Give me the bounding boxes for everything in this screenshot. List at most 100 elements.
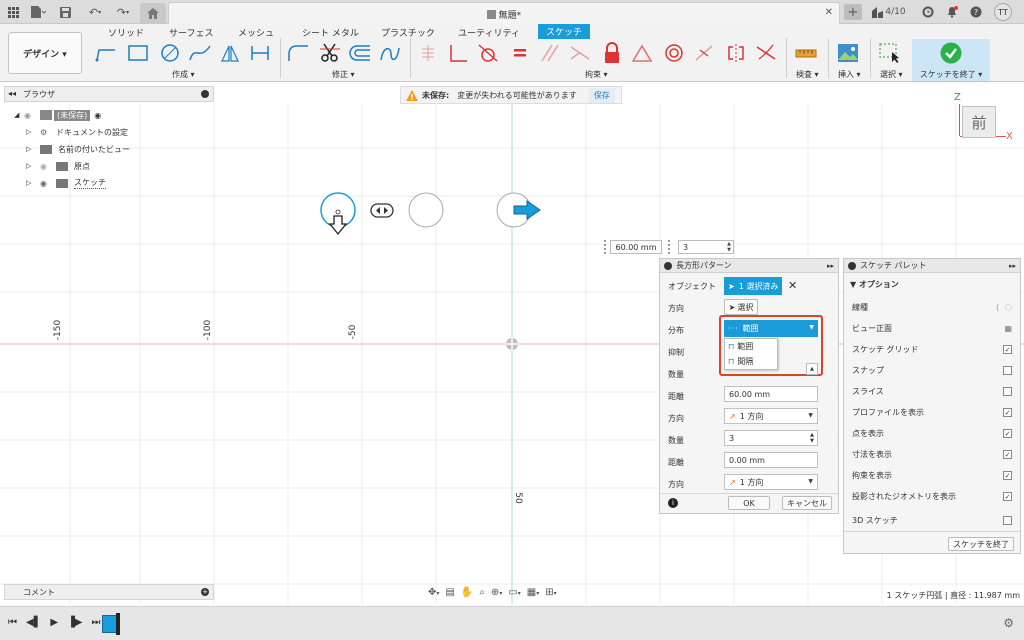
expand-triangle-icon[interactable]: ▷ bbox=[26, 179, 40, 187]
options-section-header[interactable]: ▼ オプション bbox=[850, 279, 899, 290]
go-to-start-icon[interactable]: ⏮ bbox=[8, 617, 17, 628]
browser-root-node[interactable]: ◢ ◉ (未保存) ◉ bbox=[14, 108, 214, 122]
distribution-dropdown[interactable]: ··· 範囲 ▼ bbox=[724, 320, 818, 337]
circle-center-point[interactable] bbox=[335, 209, 341, 215]
view-cube-front-face[interactable]: 前 bbox=[962, 106, 996, 138]
step-back-icon[interactable]: ◀▌ bbox=[26, 617, 41, 628]
quantity-stepper-icon[interactable]: ▲ ▼ bbox=[810, 432, 814, 444]
count-input[interactable]: 3 ▲ ▼ bbox=[678, 240, 734, 254]
grid-settings-icon[interactable]: ▦▾ bbox=[527, 587, 539, 598]
browser-options-icon[interactable] bbox=[201, 90, 209, 98]
trim-scissors-icon[interactable] bbox=[318, 42, 342, 64]
show-profile-checkbox[interactable]: ✓ bbox=[1003, 407, 1012, 417]
text-h-tool-icon[interactable] bbox=[248, 42, 272, 64]
timeline-settings-gear-icon[interactable]: ⚙ bbox=[1003, 616, 1014, 630]
tab-solid[interactable]: ソリッド bbox=[108, 26, 144, 39]
direction-type-dropdown[interactable]: ↗ 1 方向 ▼ bbox=[724, 474, 818, 490]
viewports-icon[interactable]: ⊞▾ bbox=[545, 587, 556, 598]
object-selection-button[interactable]: ➤ 1 選択済み bbox=[724, 277, 782, 295]
create-group-label[interactable]: 作成 ▾ bbox=[172, 69, 195, 80]
symmetry-constraint-icon[interactable] bbox=[724, 42, 748, 64]
close-tab-icon[interactable]: ✕ bbox=[825, 7, 833, 18]
timeline-marker[interactable] bbox=[116, 613, 120, 635]
clear-selection-icon[interactable]: ✕ bbox=[788, 279, 797, 292]
show-projected-geometry-checkbox[interactable]: ✓ bbox=[1003, 491, 1012, 501]
line-tool-icon[interactable] bbox=[94, 42, 118, 64]
expand-triangle-icon[interactable]: ▷ bbox=[26, 145, 40, 153]
coincident-constraint-icon[interactable] bbox=[416, 42, 440, 64]
distance-field[interactable]: 0.00 mm bbox=[724, 452, 818, 468]
distance-input[interactable]: 60.00 mm bbox=[610, 240, 662, 254]
step-forward-icon[interactable]: ▐▶ bbox=[67, 617, 82, 628]
concentric-constraint-icon[interactable] bbox=[662, 42, 686, 64]
equal-constraint-icon[interactable] bbox=[508, 42, 532, 64]
tab-plastic[interactable]: プラスチック bbox=[381, 26, 435, 39]
view-cube[interactable]: Z 前 X bbox=[952, 92, 1016, 154]
help-icon[interactable]: ? bbox=[968, 4, 984, 20]
show-constraints-checkbox[interactable]: ✓ bbox=[1003, 470, 1012, 480]
menu-item-extent[interactable]: ⊓ 範囲 bbox=[725, 339, 777, 354]
go-to-end-icon[interactable]: ⏭ bbox=[91, 617, 100, 628]
palette-options-icon[interactable] bbox=[848, 261, 856, 270]
comments-panel-header[interactable]: コメント + bbox=[4, 584, 214, 600]
expand-palette-icon[interactable]: ▸▸ bbox=[1009, 262, 1016, 270]
sketch-grid-checkbox[interactable]: ✓ bbox=[1003, 344, 1012, 354]
centerline-icon[interactable]: ⬡ bbox=[1005, 303, 1012, 312]
info-icon[interactable]: i bbox=[668, 498, 678, 508]
fit-icon[interactable]: ⊕▾ bbox=[491, 587, 502, 598]
3d-sketch-checkbox[interactable] bbox=[1003, 515, 1012, 525]
look-at-icon[interactable]: ▤ bbox=[445, 587, 454, 598]
sketch-circle[interactable] bbox=[408, 192, 444, 228]
input-drag-handle[interactable] bbox=[604, 240, 608, 254]
finish-sketch-button[interactable]: スケッチを終了 ▾ bbox=[912, 39, 990, 81]
tab-utilities[interactable]: ユーティリティ bbox=[458, 26, 520, 39]
zoom-icon[interactable]: ⌕ bbox=[479, 587, 485, 598]
mirror-triangle-icon[interactable] bbox=[218, 42, 242, 64]
midpoint-constraint-icon[interactable] bbox=[692, 42, 716, 64]
expand-dialog-icon[interactable]: ▸▸ bbox=[827, 262, 834, 270]
select-group-label[interactable]: 選択 ▾ bbox=[880, 69, 903, 80]
expand-triangle-icon[interactable]: ▷ bbox=[26, 128, 40, 136]
quantity-stepper-icon[interactable]: ▲ bbox=[806, 363, 818, 375]
eye-icon[interactable]: ◉ bbox=[40, 162, 56, 171]
menu-item-spacing[interactable]: ⊓ 間隔 bbox=[725, 354, 777, 369]
save-link-button[interactable]: 保存 bbox=[588, 87, 615, 103]
insert-group-label[interactable]: 挿入 ▾ bbox=[838, 69, 861, 80]
palette-header[interactable]: スケッチ パレット ▸▸ bbox=[844, 259, 1020, 273]
parallel-constraint-icon[interactable] bbox=[538, 42, 562, 64]
file-menu-icon[interactable] bbox=[28, 4, 48, 20]
input-drag-handle[interactable] bbox=[668, 240, 672, 254]
job-status[interactable]: 4/10 bbox=[868, 4, 910, 20]
triangle-constraint-icon[interactable] bbox=[630, 42, 654, 64]
redo-icon[interactable]: ↷ ▾ bbox=[112, 4, 134, 20]
save-icon[interactable] bbox=[58, 4, 72, 20]
fillet-tool-icon[interactable] bbox=[286, 42, 310, 64]
measure-ruler-icon[interactable] bbox=[794, 42, 818, 64]
curvature-constraint-icon[interactable] bbox=[754, 42, 778, 64]
browser-node-doc-settings[interactable]: ▷ ⚙ ドキュメントの設定 bbox=[14, 125, 214, 139]
browser-node-named-views[interactable]: ▷ 名前の付いたビュー bbox=[14, 142, 214, 156]
notification-bell-icon[interactable] bbox=[944, 4, 960, 20]
eye-icon[interactable]: ◉ bbox=[24, 111, 40, 120]
expand-triangle-icon[interactable]: ◢ bbox=[14, 111, 24, 119]
browser-node-origin[interactable]: ▷ ◉ 原点 bbox=[14, 159, 214, 173]
construction-line-icon[interactable]: ⟨ bbox=[996, 303, 999, 312]
circle-tool-icon[interactable] bbox=[158, 42, 182, 64]
display-settings-icon[interactable]: ▭▾ bbox=[508, 587, 520, 598]
orbit-icon[interactable]: ✥▾ bbox=[428, 587, 439, 598]
tab-surface[interactable]: サーフェス bbox=[169, 26, 213, 39]
browser-node-sketches[interactable]: ▷ ◉ スケッチ bbox=[14, 176, 214, 190]
browser-panel-header[interactable]: ◂◂ ブラウザ bbox=[4, 86, 214, 102]
insert-image-icon[interactable] bbox=[836, 42, 860, 64]
document-tab[interactable]: 無題* ✕ bbox=[168, 2, 840, 24]
show-dimensions-checkbox[interactable]: ✓ bbox=[1003, 449, 1012, 459]
palette-finish-sketch-button[interactable]: スケッチを終了 bbox=[948, 537, 1014, 551]
rectangle-tool-icon[interactable] bbox=[126, 42, 150, 64]
cancel-button[interactable]: キャンセル bbox=[782, 496, 832, 510]
home-tab[interactable] bbox=[140, 3, 166, 23]
expand-triangle-icon[interactable]: ▷ bbox=[26, 162, 40, 170]
clock-icon[interactable] bbox=[920, 4, 936, 20]
spline-tool-icon[interactable] bbox=[188, 42, 212, 64]
constraints-group-label[interactable]: 拘束 ▾ bbox=[585, 69, 608, 80]
tab-mesh[interactable]: メッシュ bbox=[238, 26, 274, 39]
